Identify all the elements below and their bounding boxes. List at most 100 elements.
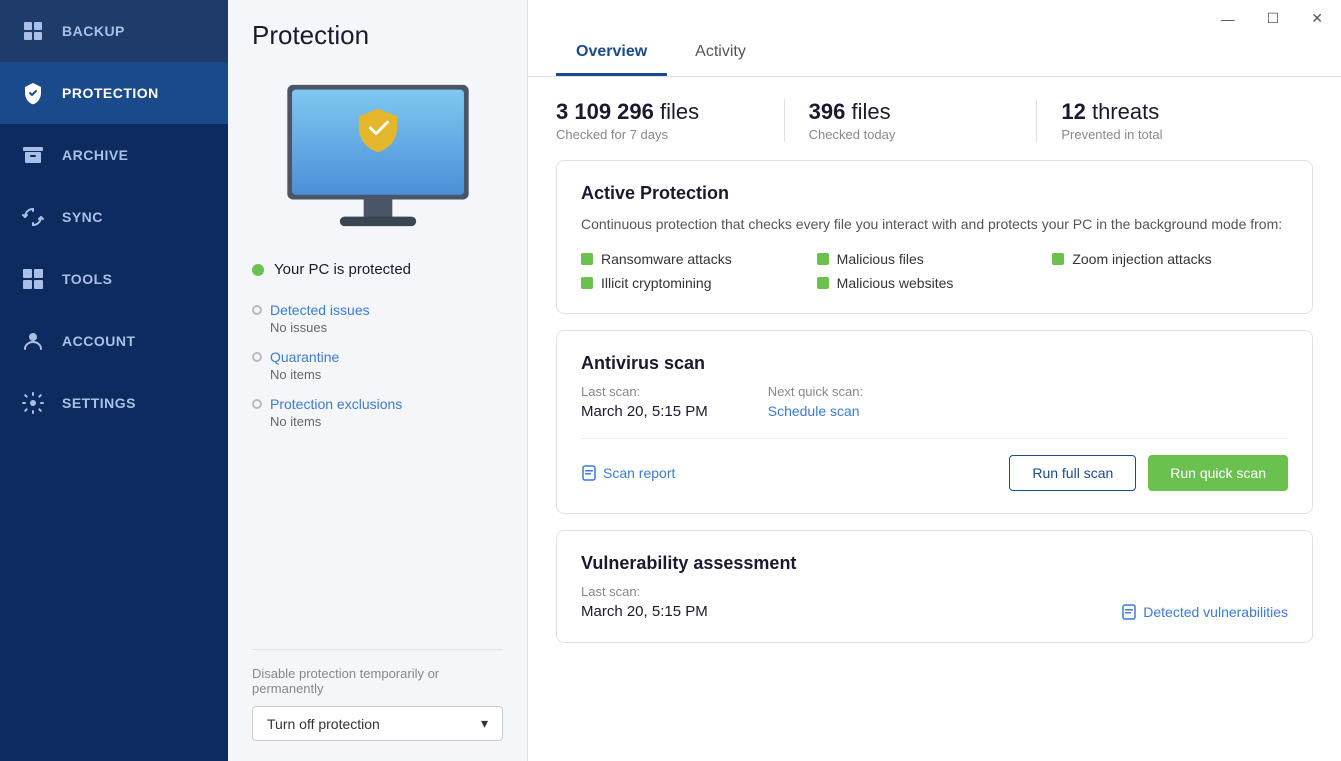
- sidebar-item-sync[interactable]: SYNC: [0, 186, 228, 248]
- tab-overview[interactable]: Overview: [556, 29, 667, 76]
- scan-action-buttons: Run full scan Run quick scan: [1009, 455, 1288, 491]
- exclusions-link[interactable]: Protection exclusions: [252, 396, 503, 412]
- feature-ransomware: Ransomware attacks: [581, 251, 817, 267]
- scan-report-label: Scan report: [603, 465, 675, 481]
- vuln-scan-info: Last scan: March 20, 5:15 PM: [581, 584, 708, 620]
- backup-icon: [20, 18, 46, 44]
- detected-issues-link[interactable]: Detected issues: [252, 302, 503, 318]
- vuln-last-scan-label: Last scan:: [581, 584, 708, 599]
- scan-actions: Scan report Run full scan Run quick scan: [581, 438, 1288, 491]
- status-indicator: [252, 264, 264, 276]
- vuln-last-scan-value: March 20, 5:15 PM: [581, 603, 708, 620]
- status-text: Your PC is protected: [274, 261, 411, 278]
- vulnerability-title: Vulnerability assessment: [581, 553, 1288, 574]
- antivirus-scan-card: Antivirus scan Last scan: March 20, 5:15…: [556, 330, 1313, 514]
- vulnerability-card: Vulnerability assessment Last scan: Marc…: [556, 530, 1313, 643]
- sidebar-item-archive[interactable]: ARCHIVE: [0, 124, 228, 186]
- settings-icon: [20, 390, 46, 416]
- last-scan-label: Last scan:: [581, 384, 708, 399]
- sidebar-label-backup: BACKUP: [62, 23, 125, 39]
- turn-off-label: Turn off protection: [267, 716, 380, 732]
- active-protection-card: Active Protection Continuous protection …: [556, 160, 1313, 314]
- title-bar: — ☐ ✕: [528, 0, 1341, 29]
- feature-label-2: Malicious files: [837, 251, 924, 267]
- stat-checked-7days: 3 109 296 files Checked for 7 days: [556, 99, 785, 142]
- exclusions-sub: No items: [270, 414, 503, 429]
- feature-cryptomining: Illicit cryptomining: [581, 275, 817, 291]
- next-scan-label: Next quick scan:: [768, 384, 863, 399]
- protection-icon: [20, 80, 46, 106]
- maximize-button[interactable]: ☐: [1261, 8, 1286, 29]
- tabs-bar: Overview Activity: [528, 29, 1341, 77]
- sidebar-label-settings: SETTINGS: [62, 395, 136, 411]
- feature-label-3: Zoom injection attacks: [1072, 251, 1211, 267]
- pc-illustration: [273, 71, 483, 241]
- cards-area: Active Protection Continuous protection …: [528, 160, 1341, 761]
- issues-section: Detected issues No issues Quarantine No …: [252, 302, 503, 443]
- sidebar-item-backup[interactable]: BACKUP: [0, 0, 228, 62]
- antivirus-scan-title: Antivirus scan: [581, 353, 1288, 374]
- feature-malicious-websites: Malicious websites: [817, 275, 1053, 291]
- stats-row: 3 109 296 files Checked for 7 days 396 f…: [528, 77, 1341, 160]
- run-full-scan-button[interactable]: Run full scan: [1009, 455, 1136, 491]
- sidebar-item-protection[interactable]: PROTECTION: [0, 62, 228, 124]
- turn-off-button[interactable]: Turn off protection ▾: [252, 706, 503, 741]
- features-grid: Ransomware attacks Malicious files Zoom …: [581, 251, 1288, 291]
- stat-number-3: 12 threats: [1061, 99, 1265, 125]
- stat-label-2: Checked today: [809, 127, 1013, 142]
- chevron-down-icon: ▾: [481, 715, 488, 732]
- quarantine-item: Quarantine No items: [252, 349, 503, 382]
- feature-malicious-files: Malicious files: [817, 251, 1053, 267]
- feature-label-1: Ransomware attacks: [601, 251, 732, 267]
- archive-icon: [20, 142, 46, 168]
- schedule-scan-link[interactable]: Schedule scan: [768, 403, 863, 419]
- sidebar-label-archive: ARCHIVE: [62, 147, 129, 163]
- sidebar-label-protection: PROTECTION: [62, 85, 159, 101]
- vuln-report-icon: [1121, 604, 1137, 620]
- issues-circle-3: [252, 399, 262, 409]
- disable-section: Disable protection temporarily or perman…: [252, 649, 503, 741]
- detected-vulnerabilities-link[interactable]: Detected vulnerabilities: [1121, 604, 1288, 620]
- feature-zoom-injection: Zoom injection attacks: [1052, 251, 1288, 267]
- feature-dot-5: [817, 277, 829, 289]
- scan-report-link[interactable]: Scan report: [581, 465, 675, 481]
- feature-dot-4: [581, 277, 593, 289]
- tools-icon: [20, 266, 46, 292]
- feature-label-5: Malicious websites: [837, 275, 954, 291]
- sidebar-item-account[interactable]: ACCOUNT: [0, 310, 228, 372]
- scan-info-row: Last scan: March 20, 5:15 PM Next quick …: [581, 384, 1288, 420]
- stat-checked-today: 396 files Checked today: [809, 99, 1038, 142]
- stat-number-1: 3 109 296 files: [556, 99, 760, 125]
- next-scan-col: Next quick scan: Schedule scan: [768, 384, 863, 420]
- main-content: — ☐ ✕ Overview Activity 3 109 296 files …: [528, 0, 1341, 761]
- protection-status: Your PC is protected: [252, 261, 503, 278]
- sidebar-label-account: ACCOUNT: [62, 333, 136, 349]
- last-scan-value: March 20, 5:15 PM: [581, 403, 708, 420]
- feature-dot-2: [817, 253, 829, 265]
- active-protection-desc: Continuous protection that checks every …: [581, 214, 1288, 235]
- minimize-button[interactable]: —: [1215, 8, 1241, 29]
- sidebar: BACKUP PROTECTION ARCHIVE: [0, 0, 228, 761]
- feature-dot-3: [1052, 253, 1064, 265]
- sync-icon: [20, 204, 46, 230]
- detected-issues-sub: No issues: [270, 320, 503, 335]
- stat-label-1: Checked for 7 days: [556, 127, 760, 142]
- disable-text: Disable protection temporarily or perman…: [252, 666, 503, 696]
- stat-label-3: Prevented in total: [1061, 127, 1265, 142]
- detected-issues-item: Detected issues No issues: [252, 302, 503, 335]
- quarantine-link[interactable]: Quarantine: [252, 349, 503, 365]
- stat-threats: 12 threats Prevented in total: [1061, 99, 1289, 142]
- issues-circle-1: [252, 305, 262, 315]
- close-button[interactable]: ✕: [1305, 8, 1329, 29]
- vulnerability-row: Last scan: March 20, 5:15 PM Detected vu…: [581, 584, 1288, 620]
- middle-panel: Protection: [228, 0, 528, 761]
- exclusions-item: Protection exclusions No items: [252, 396, 503, 429]
- vuln-link-label: Detected vulnerabilities: [1143, 604, 1288, 620]
- account-icon: [20, 328, 46, 354]
- sidebar-item-settings[interactable]: SETTINGS: [0, 372, 228, 434]
- sidebar-item-tools[interactable]: TOOLS: [0, 248, 228, 310]
- tab-activity[interactable]: Activity: [675, 29, 766, 76]
- run-quick-scan-button[interactable]: Run quick scan: [1148, 455, 1288, 491]
- page-title: Protection: [252, 20, 503, 51]
- issues-circle-2: [252, 352, 262, 362]
